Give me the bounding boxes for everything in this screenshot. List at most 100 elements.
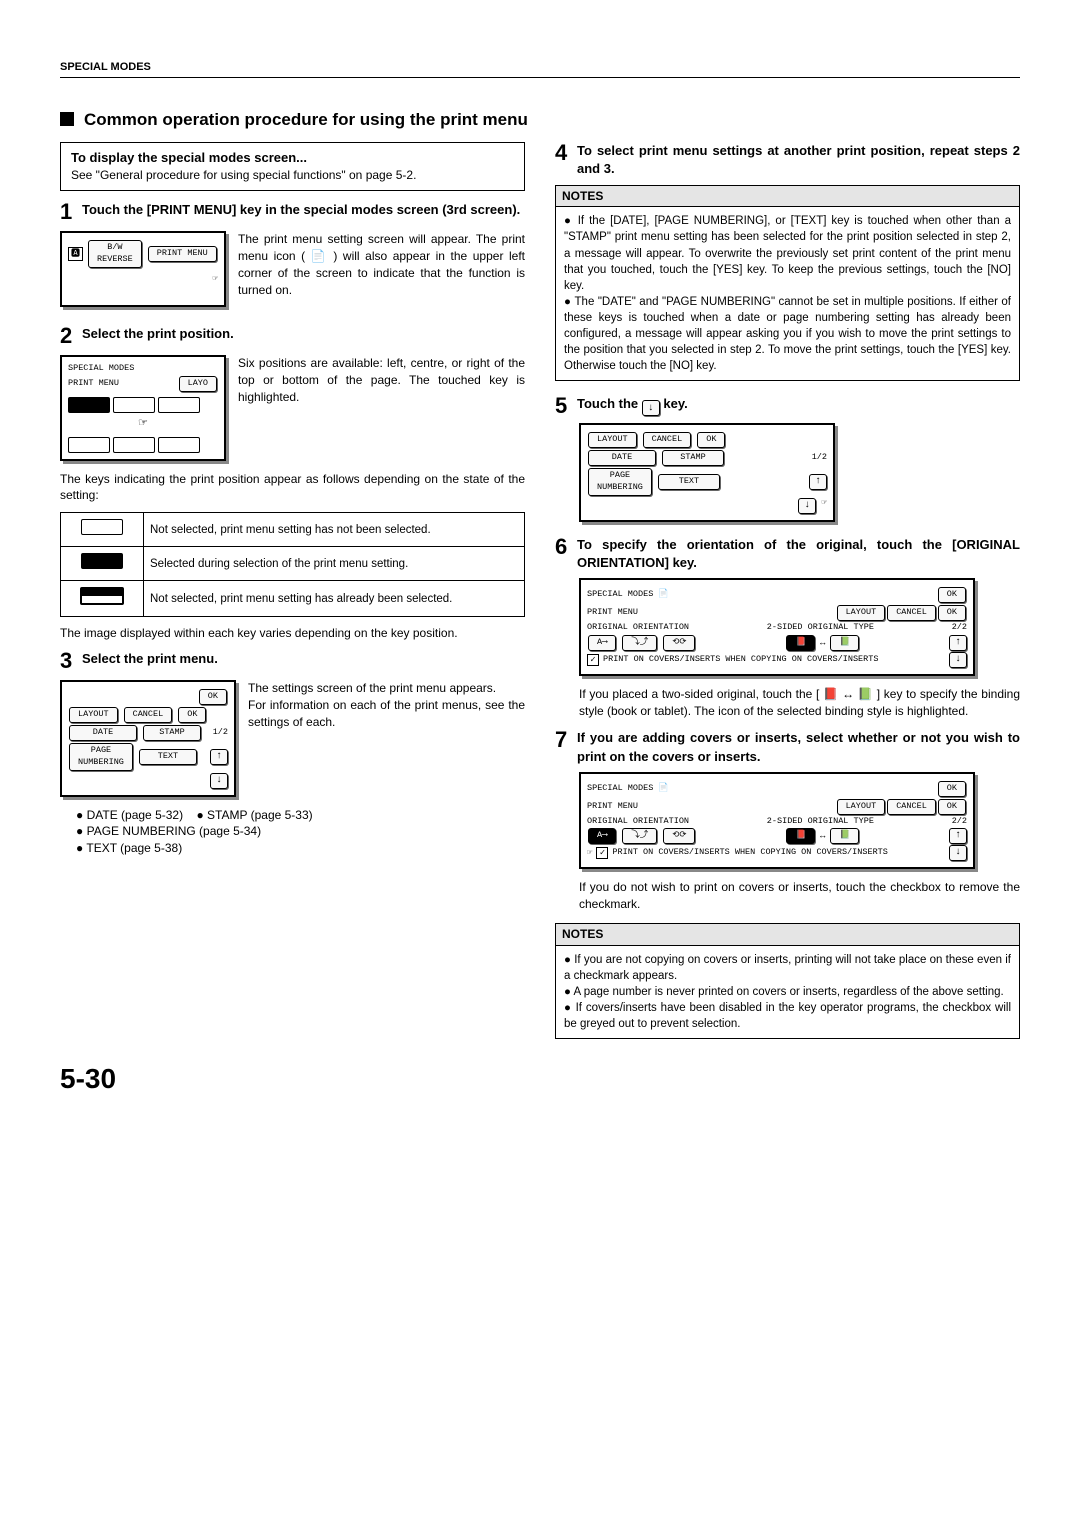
cancel-key[interactable]: CANCEL xyxy=(124,707,173,723)
layout-key[interactable]: LAYOUT xyxy=(588,432,637,448)
step7-figure: SPECIAL MODES 📄 OK PRINT MENU LAYOUTCANC… xyxy=(579,772,975,870)
section-header: SPECIAL MODES xyxy=(60,60,1020,78)
note-item: The "DATE" and "PAGE NUMBERING" cannot b… xyxy=(564,294,1011,374)
flip-v-key[interactable]: ⤵⤴ xyxy=(622,828,657,844)
orientation-a-key[interactable]: A⟶ xyxy=(588,635,616,651)
step6-figure: SPECIAL MODES 📄 OK PRINT MENU LAYOUTCANC… xyxy=(579,578,975,676)
up-arrow-key[interactable]: ↑ xyxy=(949,828,967,844)
bw-reverse-key[interactable]: B/W REVERSE xyxy=(88,240,142,268)
fraction: 2/2 xyxy=(952,622,967,634)
fig-label: PRINT MENU xyxy=(587,801,638,813)
orientation-a-key[interactable]: A⟶ xyxy=(588,828,616,844)
down-arrow-key[interactable]: ↓ xyxy=(798,498,816,514)
flip-h-key[interactable]: ⟲⟳ xyxy=(663,828,695,844)
note-item: If covers/inserts have been disabled in … xyxy=(564,1000,1011,1032)
covers-inserts-label: PRINT ON COVERS/INSERTS WHEN COPYING ON … xyxy=(603,654,878,666)
orig-orient-label: ORIGINAL ORIENTATION xyxy=(587,816,689,828)
layo-key[interactable]: LAYO xyxy=(179,376,217,392)
key-already-selected-icon xyxy=(80,587,124,605)
up-arrow-key[interactable]: ↑ xyxy=(809,474,827,490)
legend-text: Selected during selection of the print m… xyxy=(144,547,525,581)
ok-key[interactable]: OK xyxy=(178,707,206,723)
date-key[interactable]: DATE xyxy=(588,450,656,466)
fig-label: SPECIAL MODES 📄 xyxy=(587,589,669,601)
step-number: 5 xyxy=(555,395,577,417)
ok-key[interactable]: OK xyxy=(938,587,966,603)
up-arrow-key[interactable]: ↑ xyxy=(949,635,967,651)
date-key[interactable]: DATE xyxy=(69,725,137,741)
legend-text: Not selected, print menu setting has alr… xyxy=(144,581,525,617)
ok-key[interactable]: OK xyxy=(199,689,227,705)
cancel-key[interactable]: CANCEL xyxy=(887,799,936,815)
two-sided-label: 2-SIDED ORIGINAL TYPE xyxy=(767,816,874,828)
step2-figure: SPECIAL MODES PRINT MENU LAYO ☞ xyxy=(60,355,226,460)
layout-key[interactable]: LAYOUT xyxy=(837,605,886,621)
fig-label: PRINT MENU xyxy=(587,607,638,619)
stamp-key[interactable]: STAMP xyxy=(662,450,724,466)
text-key[interactable]: TEXT xyxy=(139,749,197,765)
step-number: 4 xyxy=(555,142,577,178)
layout-key[interactable]: LAYOUT xyxy=(69,707,118,723)
flip-h-key[interactable]: ⟲⟳ xyxy=(663,635,695,651)
title-text: Common operation procedure for using the… xyxy=(84,110,528,129)
bullet: PAGE NUMBERING (page 5-34) xyxy=(76,824,261,838)
binding-tablet-key[interactable]: 📗 xyxy=(830,635,859,651)
position-key-legend: Not selected, print menu setting has not… xyxy=(60,512,525,617)
step1-para: The print menu setting screen will appea… xyxy=(238,231,525,298)
table-row: Not selected, print menu setting has alr… xyxy=(61,581,525,617)
layout-key[interactable]: LAYOUT xyxy=(837,799,886,815)
fraction: 2/2 xyxy=(952,816,967,828)
step-number: 3 xyxy=(60,650,82,672)
page-numbering-key[interactable]: PAGE NUMBERING xyxy=(69,743,133,771)
note-item: If the [DATE], [PAGE NUMBERING], or [TEX… xyxy=(564,213,1011,293)
step6-title: To specify the orientation of the origin… xyxy=(577,536,1020,572)
step5-title: Touch the ↓ key. xyxy=(577,395,1020,417)
page-number: 5-30 xyxy=(60,1059,1020,1098)
intro-title: To display the special modes screen... xyxy=(71,149,514,167)
up-arrow-key[interactable]: ↑ xyxy=(210,749,228,765)
down-arrow-key[interactable]: ↓ xyxy=(949,652,967,668)
bullet: DATE (page 5-32) xyxy=(76,808,183,822)
print-menu-key[interactable]: PRINT MENU xyxy=(148,246,217,262)
down-arrow-icon: ↓ xyxy=(642,400,660,416)
ok-key[interactable]: OK xyxy=(938,781,966,797)
notes-body: If you are not copying on covers or inse… xyxy=(555,945,1020,1039)
note-item: A page number is never printed on covers… xyxy=(564,984,1011,1000)
binding-tablet-key[interactable]: 📗 xyxy=(830,828,859,844)
binding-book-key[interactable]: 📕 xyxy=(786,635,815,651)
step-number: 7 xyxy=(555,729,577,765)
covers-checkbox[interactable]: ✓ xyxy=(596,847,608,859)
fig-label: SPECIAL MODES xyxy=(68,363,218,375)
cancel-key[interactable]: CANCEL xyxy=(643,432,692,448)
stamp-key[interactable]: STAMP xyxy=(143,725,201,741)
step2-after2: The image displayed within each key vari… xyxy=(60,625,525,642)
left-column: To display the special modes screen... S… xyxy=(60,142,525,1039)
step7-title: If you are adding covers or inserts, sel… xyxy=(577,729,1020,765)
step2-para: Six positions are available: left, centr… xyxy=(238,355,525,405)
step-number: 1 xyxy=(60,201,82,223)
step1-title: Touch the [PRINT MENU] key in the specia… xyxy=(82,201,525,223)
table-row: Not selected, print menu setting has not… xyxy=(61,513,525,547)
cancel-key[interactable]: CANCEL xyxy=(887,605,936,621)
down-arrow-key[interactable]: ↓ xyxy=(210,773,228,789)
binding-book-key[interactable]: 📕 xyxy=(786,828,815,844)
step1-figure: 🅰 B/W REVERSE PRINT MENU ☞ xyxy=(60,231,226,307)
two-sided-label: 2-SIDED ORIGINAL TYPE xyxy=(767,622,874,634)
fraction: 1/2 xyxy=(812,452,827,464)
notes-header: NOTES xyxy=(555,923,1020,945)
down-arrow-key[interactable]: ↓ xyxy=(949,845,967,861)
text-key[interactable]: TEXT xyxy=(658,474,720,490)
key-selected-icon xyxy=(81,553,123,569)
intro-body: See "General procedure for using special… xyxy=(71,167,514,184)
bullet: STAMP (page 5-33) xyxy=(196,808,312,822)
ok-key[interactable]: OK xyxy=(938,799,966,815)
ok-key[interactable]: OK xyxy=(697,432,725,448)
flip-v-key[interactable]: ⤵⤴ xyxy=(622,635,657,651)
page-numbering-key[interactable]: PAGE NUMBERING xyxy=(588,468,652,496)
bullet: TEXT (page 5-38) xyxy=(76,841,182,855)
step3-title: Select the print menu. xyxy=(82,650,525,672)
legend-text: Not selected, print menu setting has not… xyxy=(144,513,525,547)
ok-key[interactable]: OK xyxy=(938,605,966,621)
notes-header: NOTES xyxy=(555,185,1020,207)
step2-title: Select the print position. xyxy=(82,325,525,347)
